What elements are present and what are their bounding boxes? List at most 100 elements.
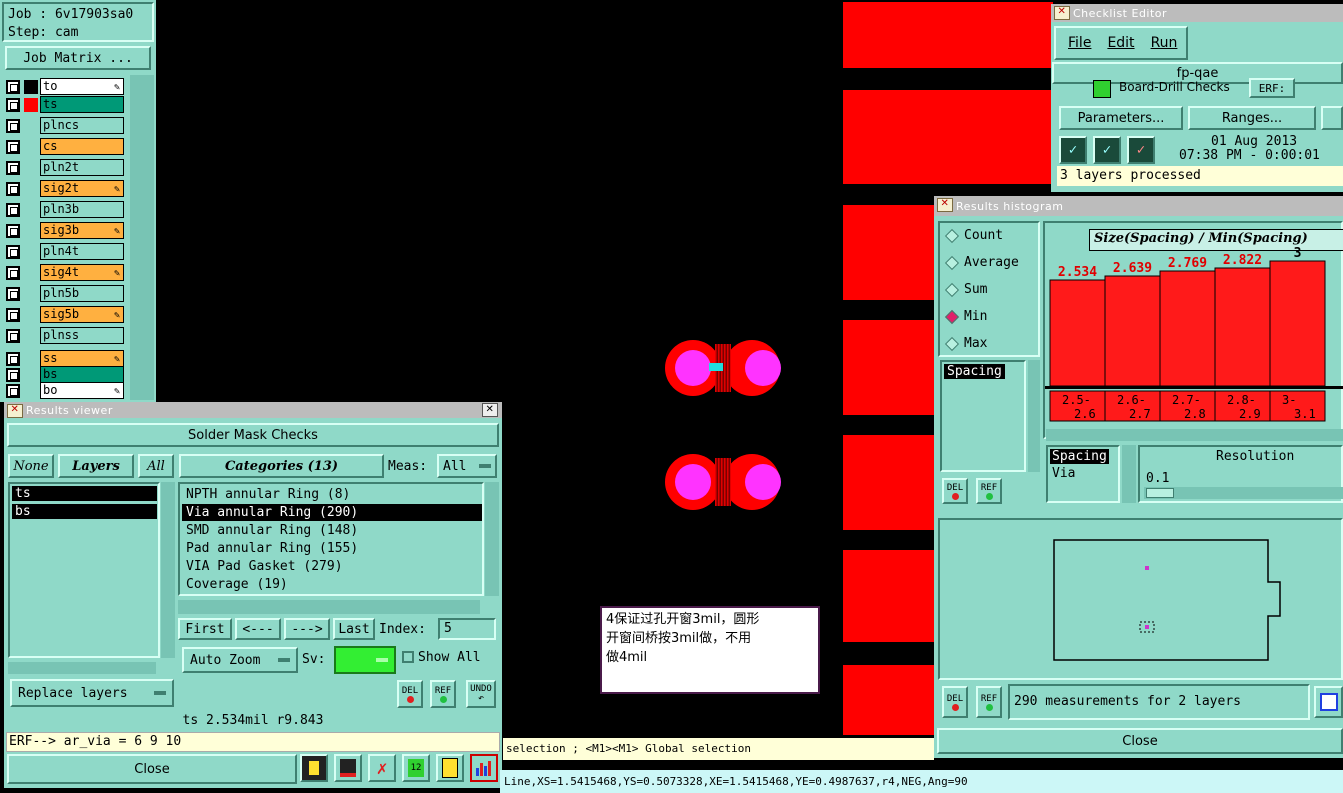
menu-edit[interactable]: Edit	[1107, 35, 1134, 51]
ref-button[interactable]: REF	[976, 478, 1002, 504]
none-button[interactable]: None	[8, 454, 54, 478]
layer-checkbox[interactable]	[6, 224, 20, 238]
measure-list-a[interactable]: Spacing	[940, 360, 1026, 472]
layers-button[interactable]: Layers	[58, 454, 134, 478]
ranges-button[interactable]: Ranges...	[1188, 106, 1316, 130]
layer-row-ts[interactable]: ts	[6, 96, 124, 114]
run-check-icon[interactable]: ✓	[1059, 136, 1087, 164]
layer-row-plncs[interactable]: plncs	[6, 117, 124, 135]
layer-checkbox[interactable]	[6, 119, 20, 133]
next-button[interactable]: --->	[284, 618, 330, 640]
cross-icon[interactable]: ✗	[368, 754, 396, 782]
undo-button[interactable]: UNDO ↶	[466, 680, 496, 708]
show-all-checkbox[interactable]	[402, 651, 414, 663]
category-item[interactable]: VIA Pad Gasket (279)	[182, 558, 482, 575]
window-icon[interactable]	[334, 754, 362, 782]
layer-checkbox[interactable]	[6, 245, 20, 259]
menu-file[interactable]: File	[1068, 35, 1091, 51]
last-button[interactable]: Last	[333, 618, 375, 640]
numbered-icon[interactable]: 12	[402, 754, 430, 782]
erf-button[interactable]: ERF:	[1249, 78, 1295, 98]
del-button[interactable]: DEL	[397, 680, 423, 708]
layer-row-sig3b[interactable]: sig3b ✎	[6, 222, 124, 240]
check-row[interactable]: Board-Drill Checks ERF:	[1059, 78, 1343, 98]
histogram-bar[interactable]	[1159, 270, 1216, 387]
replace-layers-select[interactable]: Replace layers	[10, 679, 174, 707]
layer-row-sig2t[interactable]: sig2t ✎	[6, 180, 124, 198]
mode-radio-min[interactable]: Min	[944, 308, 1040, 328]
mode-radio-sum[interactable]: Sum	[944, 281, 1040, 301]
close-button[interactable]: Close	[7, 754, 297, 784]
layer-row-cs[interactable]: cs	[6, 138, 124, 156]
layer-checkbox[interactable]	[6, 80, 20, 94]
index-input[interactable]: 5	[438, 618, 496, 640]
layer-row-bo[interactable]: bo ✎	[6, 382, 124, 400]
layer-checkbox[interactable]	[6, 384, 20, 398]
measure-item[interactable]: Spacing	[1050, 449, 1109, 464]
layer-row-sig4t[interactable]: sig4t ✎	[6, 264, 124, 282]
mode-radio-count[interactable]: Count	[944, 227, 1040, 247]
job-matrix-button[interactable]: Job Matrix ...	[5, 46, 151, 70]
layer-checkbox[interactable]	[6, 308, 20, 322]
measure-list-b[interactable]: Spacing Via	[1046, 445, 1120, 503]
meas-select[interactable]: All	[437, 454, 497, 478]
categories-button[interactable]: Categories (13)	[179, 454, 384, 478]
results-viewer-titlebar[interactable]: ✕ Results viewer ✕	[4, 402, 502, 418]
category-item[interactable]: Via annular Ring (290)	[182, 504, 482, 521]
category-item[interactable]: Pad annular Ring (155)	[182, 540, 482, 557]
del-button[interactable]: DEL	[942, 686, 968, 718]
categories-hscroll[interactable]	[178, 600, 480, 614]
categories-list[interactable]: NPTH annular Ring (8) Via annular Ring (2…	[178, 482, 484, 596]
close-button[interactable]: Close	[937, 728, 1343, 754]
layer-checkbox[interactable]	[6, 329, 20, 343]
auto-zoom-select[interactable]: Auto Zoom	[182, 647, 298, 673]
layer-checkbox[interactable]	[6, 182, 20, 196]
chart-hscroll[interactable]	[1046, 429, 1343, 441]
layer-row-pln2t[interactable]: pln2t	[6, 159, 124, 177]
histogram-titlebar[interactable]: ✕ Results histogram	[934, 196, 1343, 216]
menu-run[interactable]: Run	[1151, 35, 1178, 51]
ref-button[interactable]: REF	[976, 686, 1002, 718]
run-check-icon[interactable]: ✓	[1127, 136, 1155, 164]
layer-row-pln5b[interactable]: pln5b	[6, 285, 124, 303]
result-layer-item[interactable]: ts	[12, 486, 157, 501]
layer-row-pln4t[interactable]: pln4t	[6, 243, 124, 261]
first-button[interactable]: First	[178, 618, 232, 640]
parameters-button[interactable]: Parameters...	[1059, 106, 1183, 130]
category-item[interactable]: SMD annular Ring (148)	[182, 522, 482, 539]
measure-list-b-scroll[interactable]	[1122, 445, 1136, 503]
layer-results-list[interactable]: ts bs	[8, 482, 160, 658]
measure-item[interactable]: Via	[1050, 466, 1077, 481]
layer-checkbox[interactable]	[6, 266, 20, 280]
category-item[interactable]: Coverage (19)	[182, 576, 482, 593]
layer-checkbox[interactable]	[6, 161, 20, 175]
mode-radio-max[interactable]: Max	[944, 335, 1040, 355]
layer-checkbox[interactable]	[6, 368, 20, 382]
layer-row-plnss[interactable]: plnss	[6, 327, 124, 345]
layer-checkbox[interactable]	[6, 352, 20, 366]
histogram-bar[interactable]	[1049, 279, 1106, 387]
category-item[interactable]: NPTH annular Ring (8)	[182, 486, 482, 503]
layers-icon[interactable]	[1314, 686, 1343, 718]
checklist-titlebar[interactable]: ✕ Checklist Editor	[1051, 4, 1343, 22]
categories-vscroll[interactable]	[485, 482, 499, 596]
layer-checkbox[interactable]	[6, 140, 20, 154]
layer-checkbox[interactable]	[6, 98, 20, 112]
close-icon[interactable]: ✕	[482, 403, 498, 417]
layer-checkbox[interactable]	[6, 203, 20, 217]
layer-scrollbar[interactable]	[130, 75, 154, 400]
layer-row-to[interactable]: to ✎	[6, 78, 124, 96]
resolution-slider[interactable]	[1144, 487, 1343, 499]
measure-item[interactable]: Spacing	[944, 364, 1005, 379]
notes-icon[interactable]	[436, 754, 464, 782]
graph-icon[interactable]	[300, 754, 328, 782]
del-button[interactable]: DEL	[942, 478, 968, 504]
histogram-icon[interactable]	[470, 754, 498, 782]
extra-button[interactable]	[1321, 106, 1343, 130]
layer-checkbox[interactable]	[6, 287, 20, 301]
histogram-bar[interactable]	[1269, 260, 1326, 387]
measure-list-a-scroll[interactable]	[1028, 360, 1040, 472]
layer-list-hscroll[interactable]	[8, 662, 156, 674]
prev-button[interactable]: <---	[235, 618, 281, 640]
histogram-bar[interactable]	[1214, 267, 1271, 387]
